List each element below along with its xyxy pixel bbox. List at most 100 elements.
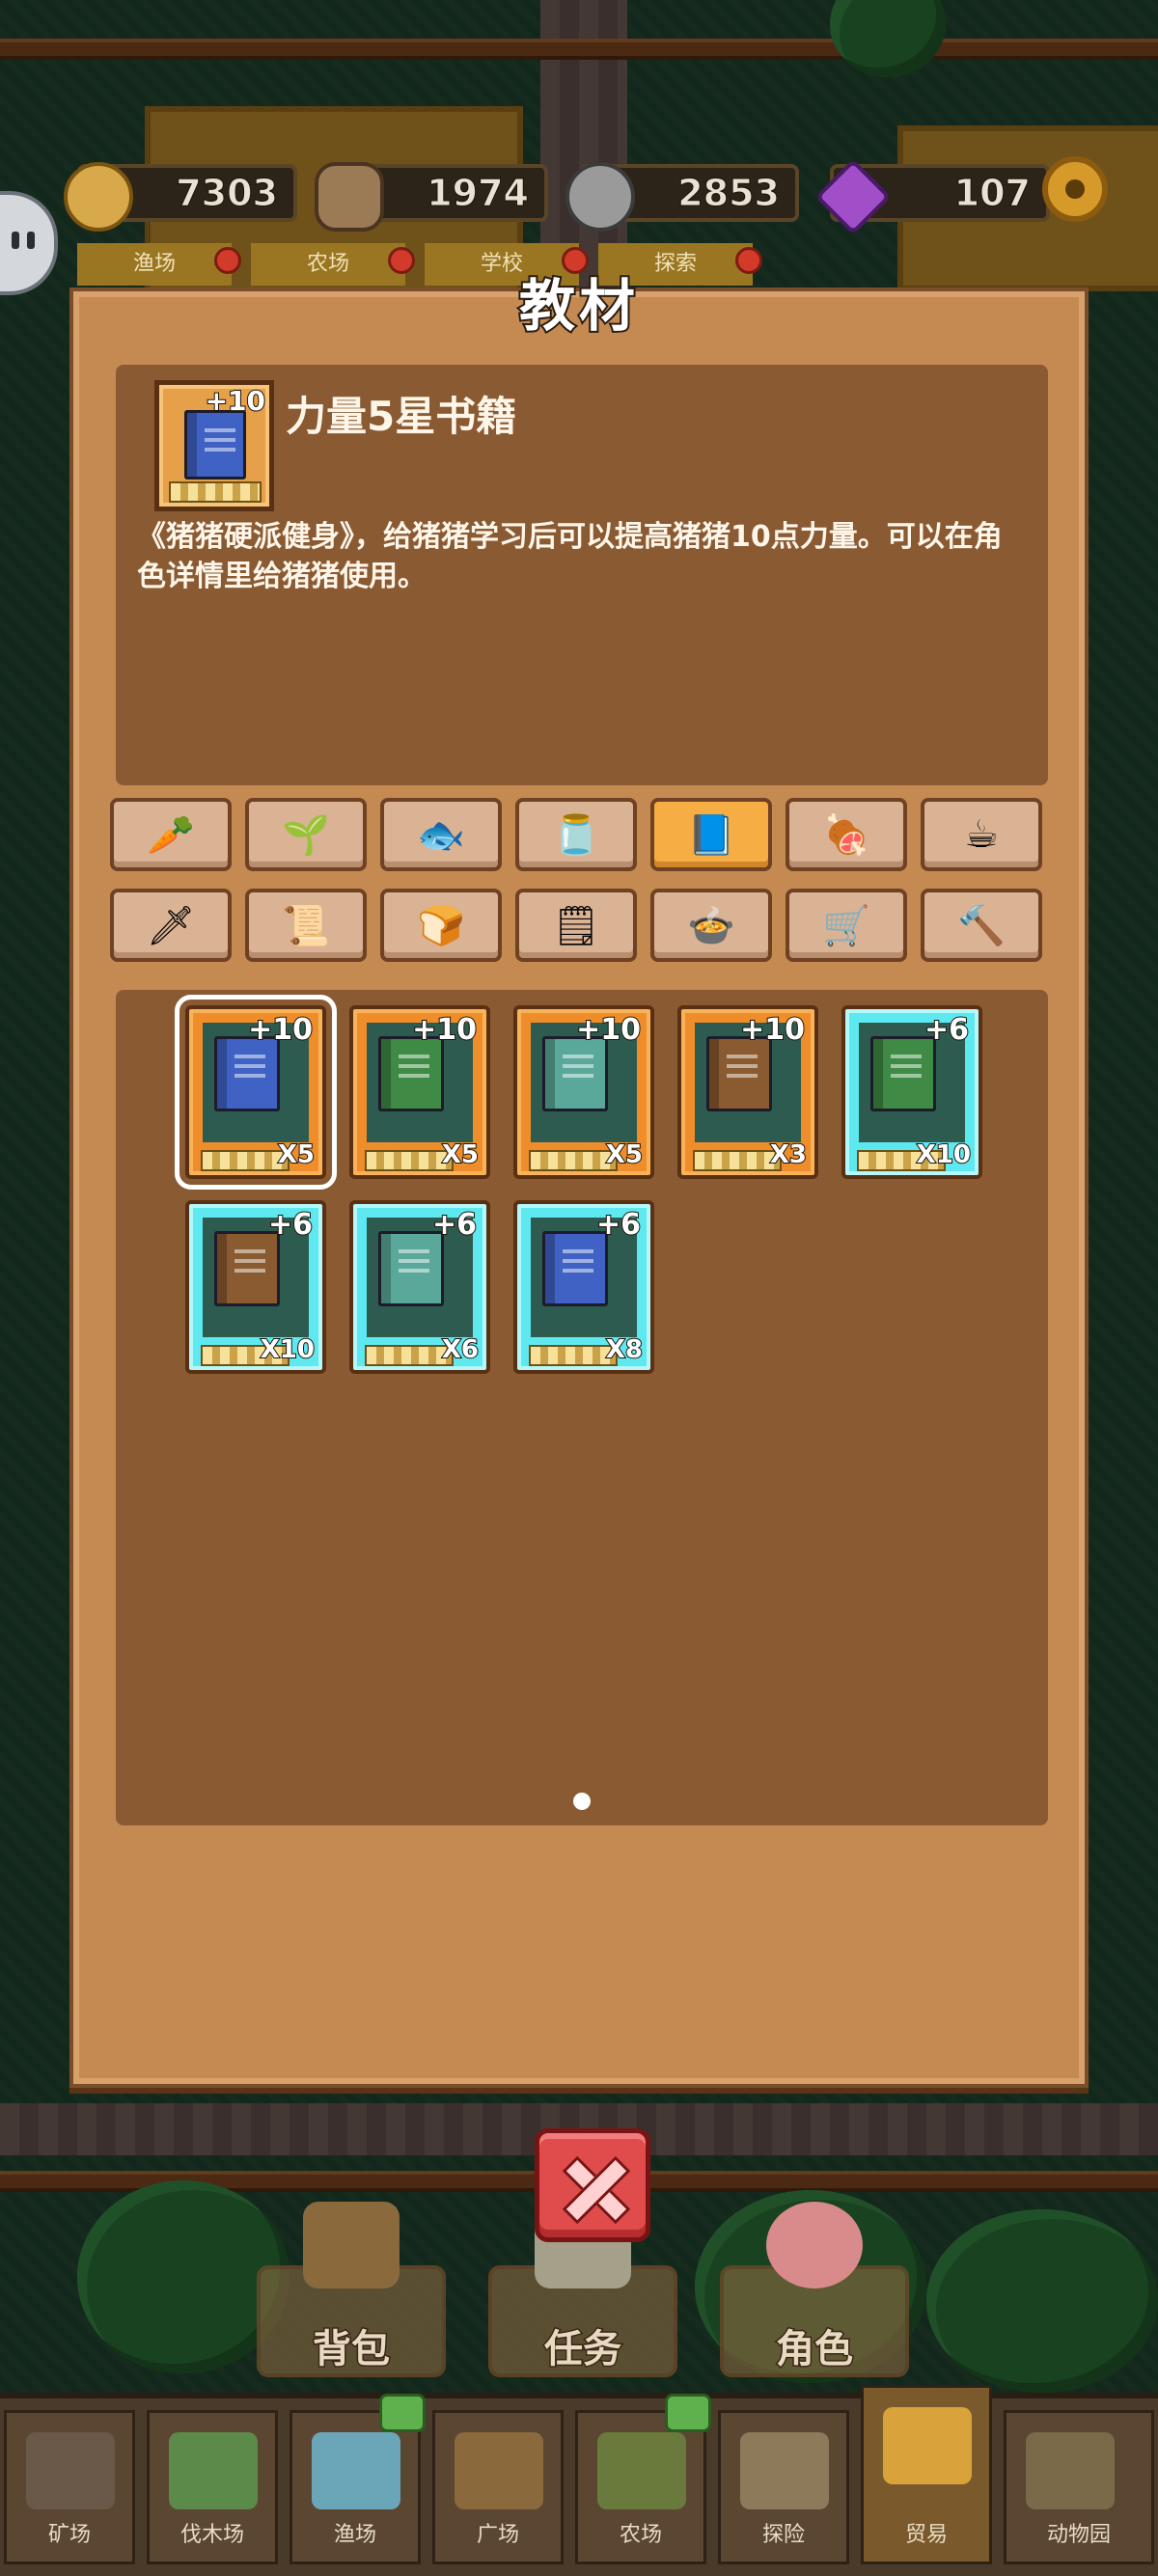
category-tab[interactable]: 🐟 — [380, 798, 502, 871]
book-icon — [542, 1231, 608, 1306]
item-plus-badge: +10 — [411, 1012, 478, 1048]
resource-stone: 2853 — [565, 162, 799, 232]
nav-explore[interactable]: 探险 — [718, 2410, 849, 2564]
category-tab[interactable]: 🍲 — [650, 889, 772, 962]
inventory-slot[interactable]: +6 X10 — [841, 1005, 982, 1179]
item-count: X3 — [769, 1139, 808, 1170]
nav-trade[interactable]: 贸易 — [861, 2385, 992, 2564]
sword-icon: 🗡 — [146, 903, 196, 948]
resource-gold: 7303 — [64, 162, 297, 232]
resource-value: 107 — [953, 172, 1031, 215]
dock-label: 角色 — [775, 2326, 855, 2373]
category-tab[interactable]: 🔨 — [921, 889, 1042, 962]
backpack-button[interactable]: 背包 — [257, 2202, 446, 2377]
item-count: X6 — [441, 1334, 480, 1365]
inventory-slot[interactable]: +10 X3 — [677, 1005, 818, 1179]
category-tab[interactable]: 📜 — [245, 889, 367, 962]
backpack-icon — [303, 2202, 400, 2288]
book-icon — [214, 1036, 280, 1111]
settings-gear-icon[interactable] — [1042, 156, 1108, 222]
nav-farm[interactable]: 农场 — [575, 2394, 711, 2564]
chat-bubble-icon — [665, 2394, 711, 2432]
item-plus-badge: +10 — [247, 1012, 314, 1048]
meat-icon: 🍖 — [822, 812, 870, 858]
lumber-icon — [169, 2432, 258, 2509]
book-icon: 📘 — [687, 812, 735, 858]
nav-plaza[interactable]: 广场 — [432, 2410, 564, 2564]
chat-bubble-icon — [379, 2394, 426, 2432]
nav-label: 矿场 — [47, 2523, 91, 2547]
nav-lumber[interactable]: 伐木场 — [147, 2410, 278, 2564]
book-icon — [706, 1036, 772, 1111]
resource-wood: 1974 — [315, 162, 548, 232]
nav-label: 动物园 — [1046, 2523, 1111, 2547]
resource-value: 2853 — [677, 172, 781, 215]
star-rating-strip — [693, 1150, 782, 1171]
item-count: X5 — [277, 1139, 316, 1170]
dock-label: 任务 — [543, 2326, 623, 2373]
inventory-slot[interactable]: +10 X5 — [175, 995, 337, 1190]
book-icon — [870, 1036, 936, 1111]
inventory-slot[interactable]: +6 X8 — [513, 1200, 654, 1374]
nav-label: 渔场 — [333, 2523, 376, 2547]
blueprint-icon: 🗒 — [551, 903, 601, 948]
nav-fishery[interactable]: 渔场 — [290, 2394, 426, 2564]
resource-gems: 107 — [814, 158, 1050, 235]
category-tab[interactable]: 🌱 — [245, 798, 367, 871]
trade-stall-icon — [883, 2407, 972, 2484]
category-tab[interactable]: 🫙 — [515, 798, 637, 871]
coffee-cup-icon: ☕ — [964, 812, 999, 857]
nav-mine[interactable]: 矿场 — [4, 2410, 135, 2564]
category-tab[interactable]: 🥕 — [110, 798, 232, 871]
nav-label: 伐木场 — [179, 2523, 244, 2547]
star-rating-strip — [201, 1150, 290, 1171]
inventory-slot[interactable]: +10 X5 — [349, 1005, 490, 1179]
character-button[interactable]: 角色 — [720, 2202, 909, 2377]
nav-label: 探险 — [761, 2523, 805, 2547]
carrot-icon: 🥕 — [147, 812, 195, 858]
sprout-icon — [597, 2432, 686, 2509]
item-count: X5 — [441, 1139, 480, 1170]
bread-icon: 🍞 — [417, 903, 465, 948]
dialog-title: 教材 — [517, 271, 639, 341]
category-tab[interactable]: 🗡 — [110, 889, 232, 962]
selected-item-icon: +10 — [154, 380, 274, 511]
item-plus-badge: +6 — [267, 1207, 314, 1243]
inventory-slot[interactable]: +6 X6 — [349, 1200, 490, 1374]
fishing-icon — [312, 2432, 400, 2509]
category-tab-active[interactable]: 📘 — [650, 798, 772, 871]
page-indicator-dot[interactable] — [573, 1793, 591, 1810]
nav-label: 贸易 — [904, 2523, 948, 2547]
category-tab[interactable]: ☕ — [921, 798, 1042, 871]
star-rating-strip — [529, 1345, 618, 1366]
pig-face-icon — [766, 2202, 863, 2288]
ore-cart-icon: 🛒 — [822, 903, 870, 948]
seed-packet-icon: 🌱 — [282, 812, 330, 858]
category-tab[interactable]: 🍖 — [786, 798, 907, 871]
category-tab[interactable]: 🍞 — [380, 889, 502, 962]
star-rating-strip — [529, 1150, 618, 1171]
explore-icon — [740, 2432, 829, 2509]
category-tab[interactable]: 🗒 — [515, 889, 637, 962]
close-button[interactable] — [535, 2128, 650, 2242]
inventory-slot[interactable]: +10 X5 — [513, 1005, 654, 1179]
quest-button[interactable]: 任务 — [488, 2202, 677, 2377]
item-level-badge: +10 — [205, 384, 266, 418]
book-icon — [542, 1036, 608, 1111]
item-plus-badge: +6 — [924, 1012, 970, 1048]
item-count: X5 — [605, 1139, 644, 1170]
nav-label: 农场 — [619, 2523, 662, 2547]
inventory-grid: +10 X5 +10 X5 +10 X5 +10 X3 +6 X10 +6 X1… — [116, 990, 1048, 1825]
plaza-icon — [455, 2432, 543, 2509]
item-name: 力量5星书籍 — [286, 393, 517, 440]
category-tab[interactable]: 🛒 — [786, 889, 907, 962]
book-icon — [378, 1036, 444, 1111]
inventory-slot[interactable]: +6 X10 — [185, 1200, 326, 1374]
log-icon — [315, 162, 384, 232]
item-count: X10 — [260, 1334, 316, 1365]
book-icon — [184, 410, 246, 480]
item-count: X8 — [605, 1334, 644, 1365]
item-plus-badge: +6 — [595, 1207, 642, 1243]
nav-zoo[interactable]: 动物园 — [1004, 2410, 1154, 2564]
mine-cart-icon — [26, 2432, 115, 2509]
